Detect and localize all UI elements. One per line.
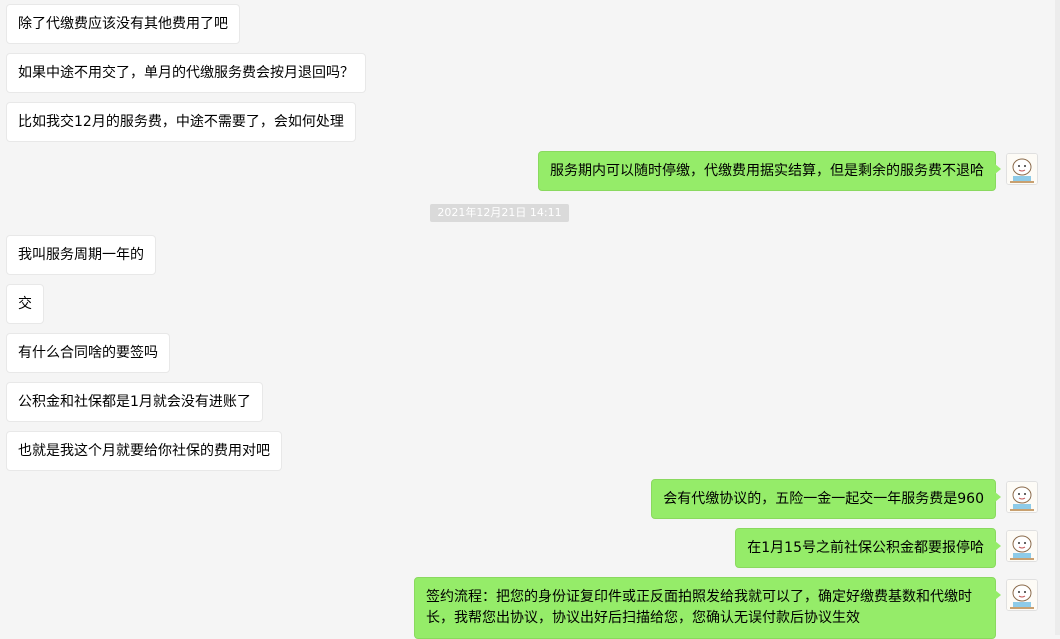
scrollbar-track[interactable] <box>1055 0 1060 635</box>
outgoing-message[interactable]: 会有代缴协议的，五险一金一起交一年服务费是960 <box>651 479 1001 519</box>
incoming-message[interactable]: 我叫服务周期一年的 <box>6 235 156 275</box>
incoming-message[interactable]: 比如我交12月的服务费，中途不需要了，会如何处理 <box>6 102 356 142</box>
incoming-message[interactable]: 如果中途不用交了，单月的代缴服务费会按月退回吗？ <box>6 53 366 93</box>
incoming-message[interactable]: 有什么合同啥的要签吗 <box>6 333 170 373</box>
incoming-message[interactable]: 也就是我这个月就要给你社保的费用对吧 <box>6 431 282 471</box>
outgoing-message[interactable]: 签约流程：把您的身份证复印件或正反面拍照发给我就可以了，确定好缴费基数和代缴时长… <box>414 577 1001 639</box>
cartoon-avatar-icon[interactable] <box>1006 481 1038 513</box>
chat-message-area[interactable]: 除了代缴费应该没有其他费用了吧 如果中途不用交了，单月的代缴服务费会按月退回吗？… <box>0 0 1060 639</box>
incoming-message[interactable]: 除了代缴费应该没有其他费用了吧 <box>6 4 240 44</box>
cartoon-avatar-icon[interactable] <box>1006 153 1038 185</box>
cartoon-avatar-icon[interactable] <box>1006 530 1038 562</box>
outgoing-message[interactable]: 在1月15号之前社保公积金都要报停哈 <box>735 528 1001 568</box>
incoming-message[interactable]: 交 <box>6 284 44 324</box>
outgoing-message[interactable]: 服务期内可以随时停缴，代缴费用据实结算，但是剩余的服务费不退哈 <box>538 151 1001 191</box>
incoming-message[interactable]: 公积金和社保都是1月就会没有进账了 <box>6 382 263 422</box>
message-timestamp: 2021年12月21日 14:11 <box>430 204 569 222</box>
cartoon-avatar-icon[interactable] <box>1006 579 1038 611</box>
